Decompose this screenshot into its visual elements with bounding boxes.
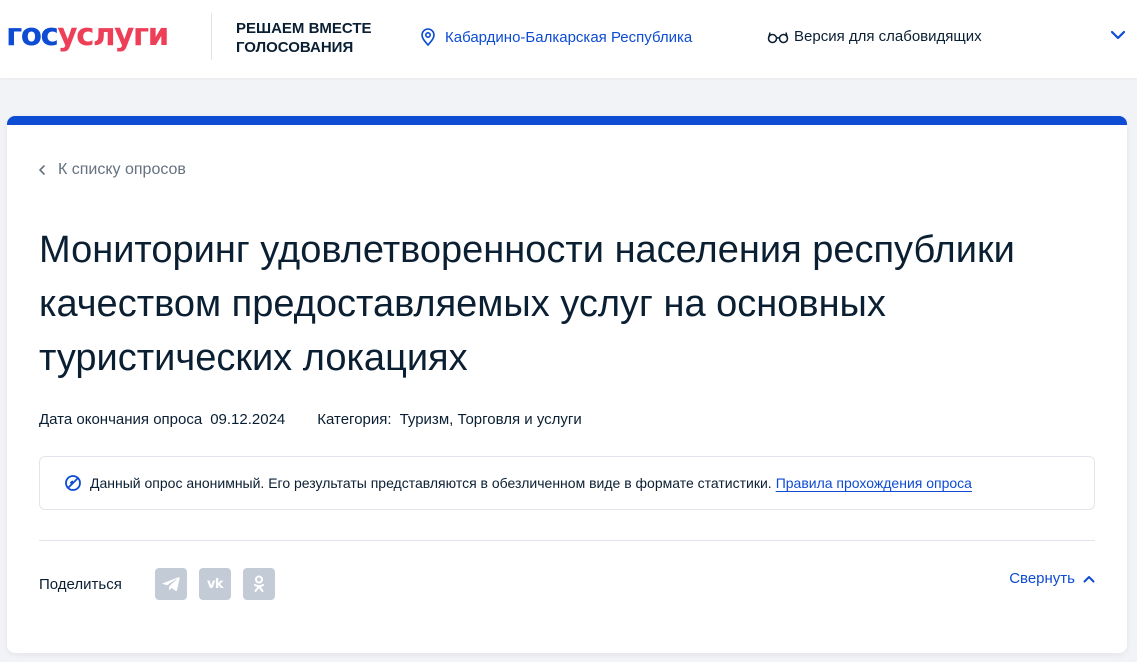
telegram-icon: [162, 577, 180, 592]
back-to-surveys-link[interactable]: К списку опросов: [38, 161, 186, 179]
category-value: Туризм, Торговля и услуги: [399, 411, 582, 428]
anonymous-icon: [65, 475, 81, 491]
odnoklassniki-icon: [254, 575, 264, 592]
end-date-value: 09.12.2024: [210, 411, 286, 428]
chevron-left-icon: [39, 165, 45, 175]
survey-meta: Дата окончания опроса 09.12.2024 Категор…: [39, 411, 582, 428]
slogan-line-2: Голосования: [236, 39, 354, 56]
category-group: Категория: Туризм, Торговля и услуги: [317, 411, 582, 428]
section-divider: [39, 540, 1095, 541]
card-accent-bar: [7, 116, 1127, 125]
collapse-button[interactable]: Свернуть: [1009, 570, 1095, 587]
header-divider: [211, 13, 212, 60]
vk-icon: vk: [206, 576, 224, 592]
survey-card: К списку опросов Мониторинг удовлетворен…: [7, 116, 1127, 653]
accessibility-version-label: Версия для слабовидящих: [794, 28, 982, 45]
logo-part-gos: гос: [6, 17, 59, 53]
chevron-down-icon[interactable]: [1110, 29, 1126, 41]
logo-part-uslugi: услуги: [57, 17, 169, 53]
back-link-label: К списку опросов: [58, 161, 186, 178]
survey-title: Мониторинг удовлетворенности населения р…: [39, 229, 1015, 379]
slogan-line-1: Решаем вместе: [236, 20, 372, 37]
chevron-up-icon: [1083, 575, 1095, 582]
location-pin-icon: [421, 28, 435, 46]
notice-text: Данный опрос анонимный. Его результаты п…: [90, 475, 772, 491]
region-selector[interactable]: Кабардино-Балкарская Республика: [420, 28, 697, 46]
region-name: Кабардино-Балкарская Республика: [445, 28, 693, 46]
header-slogan[interactable]: Решаем вместе Голосования: [236, 19, 372, 57]
accessibility-version-link[interactable]: Версия для слабовидящих: [767, 28, 982, 45]
share-label: Поделиться: [39, 576, 122, 593]
site-header: госуслуги Решаем вместе Голосования Каба…: [0, 0, 1137, 78]
gosuslugi-logo[interactable]: госуслуги: [6, 17, 169, 53]
survey-rules-link[interactable]: Правила прохождения опроса: [776, 475, 972, 491]
end-date-label: Дата окончания опроса: [39, 411, 203, 428]
share-vk-button[interactable]: vk: [199, 568, 231, 600]
glasses-icon: [767, 31, 789, 43]
share-telegram-button[interactable]: [155, 568, 187, 600]
category-label: Категория:: [317, 411, 392, 428]
share-ok-button[interactable]: [243, 568, 275, 600]
anonymity-notice: Данный опрос анонимный. Его результаты п…: [39, 456, 1095, 510]
collapse-label: Свернуть: [1009, 570, 1075, 587]
